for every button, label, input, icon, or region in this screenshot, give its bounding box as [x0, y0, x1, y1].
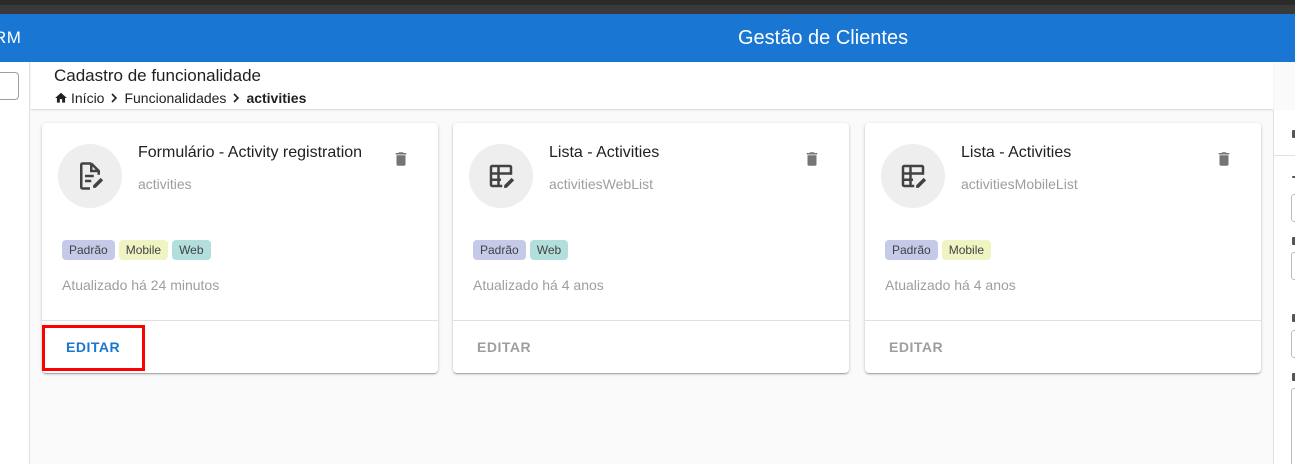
trash-icon[interactable]	[803, 149, 821, 169]
tag-padrao: Padrão	[885, 240, 938, 260]
card-title: Lista - Activities	[549, 144, 660, 161]
form-document-edit-icon	[80, 162, 104, 190]
chevron-right-icon	[111, 93, 118, 103]
tag-mobile: Mobile	[941, 240, 992, 260]
feature-card: Lista - Activities activitiesMobileList …	[865, 123, 1261, 373]
card-tags: Padrão Mobile	[885, 240, 992, 260]
card-subtitle: activitiesWebList	[549, 176, 654, 192]
right-panel-field[interactable]	[1291, 194, 1295, 222]
right-panel-field[interactable]	[1291, 252, 1295, 280]
tag-web: Web	[529, 240, 569, 260]
edit-button[interactable]: EDITAR	[66, 339, 120, 355]
home-icon[interactable]	[54, 91, 68, 105]
right-panel	[1273, 110, 1295, 464]
right-panel-header	[1274, 110, 1295, 156]
left-panel-input[interactable]	[0, 72, 19, 100]
breadcrumb-item-current: activities	[246, 90, 307, 106]
card-divider	[453, 320, 849, 321]
card-tags: Padrão Mobile Web	[62, 240, 211, 260]
table-edit-icon	[489, 164, 515, 188]
tag-padrao: Padrão	[473, 240, 526, 260]
edit-button[interactable]: EDITAR	[889, 339, 943, 355]
breadcrumb-item-funcionalidades[interactable]: Funcionalidades	[124, 90, 226, 106]
right-panel-field[interactable]	[1291, 330, 1295, 358]
card-title: Lista - Activities	[961, 144, 1072, 161]
table-edit-icon	[901, 164, 927, 188]
window-top-edge	[0, 0, 1295, 5]
edit-button[interactable]: EDITAR	[477, 339, 531, 355]
tag-mobile: Mobile	[118, 240, 169, 260]
card-avatar	[58, 144, 122, 208]
card-updated-time: Atualizado há 24 minutos	[62, 277, 220, 293]
window-top-strip	[0, 0, 1295, 14]
card-updated-time: Atualizado há 4 anos	[885, 277, 1016, 293]
feature-card: Formulário - Activity registration activ…	[42, 123, 438, 373]
left-panel	[0, 62, 30, 464]
breadcrumb-item-inicio[interactable]: Início	[71, 90, 104, 106]
app-bar: RM Gestão de Clientes	[0, 14, 1295, 62]
card-divider	[865, 320, 1261, 321]
card-title: Formulário - Activity registration	[138, 144, 363, 161]
card-avatar	[469, 144, 533, 208]
card-subtitle: activities	[138, 176, 192, 192]
tag-web: Web	[172, 240, 211, 260]
card-tags: Padrão Web	[473, 240, 569, 260]
chevron-right-icon	[233, 93, 240, 103]
card-subtitle: activitiesMobileList	[961, 176, 1078, 192]
tag-padrao: Padrão	[62, 240, 115, 260]
page-header: Cadastro de funcionalidade Início Funcio…	[31, 62, 1273, 110]
page-title: Cadastro de funcionalidade	[54, 66, 261, 85]
card-divider	[42, 320, 438, 321]
feature-card: Lista - Activities activitiesWebList Pad…	[453, 123, 849, 373]
breadcrumb: Início Funcionalidades activities	[54, 90, 306, 106]
trash-icon[interactable]	[392, 149, 410, 169]
right-panel-textarea[interactable]	[1291, 388, 1295, 464]
card-updated-time: Atualizado há 4 anos	[473, 277, 604, 293]
app-title: Gestão de Clientes	[738, 27, 909, 49]
card-avatar	[881, 144, 945, 208]
app-brand[interactable]: RM	[0, 14, 21, 62]
trash-icon[interactable]	[1215, 149, 1233, 169]
